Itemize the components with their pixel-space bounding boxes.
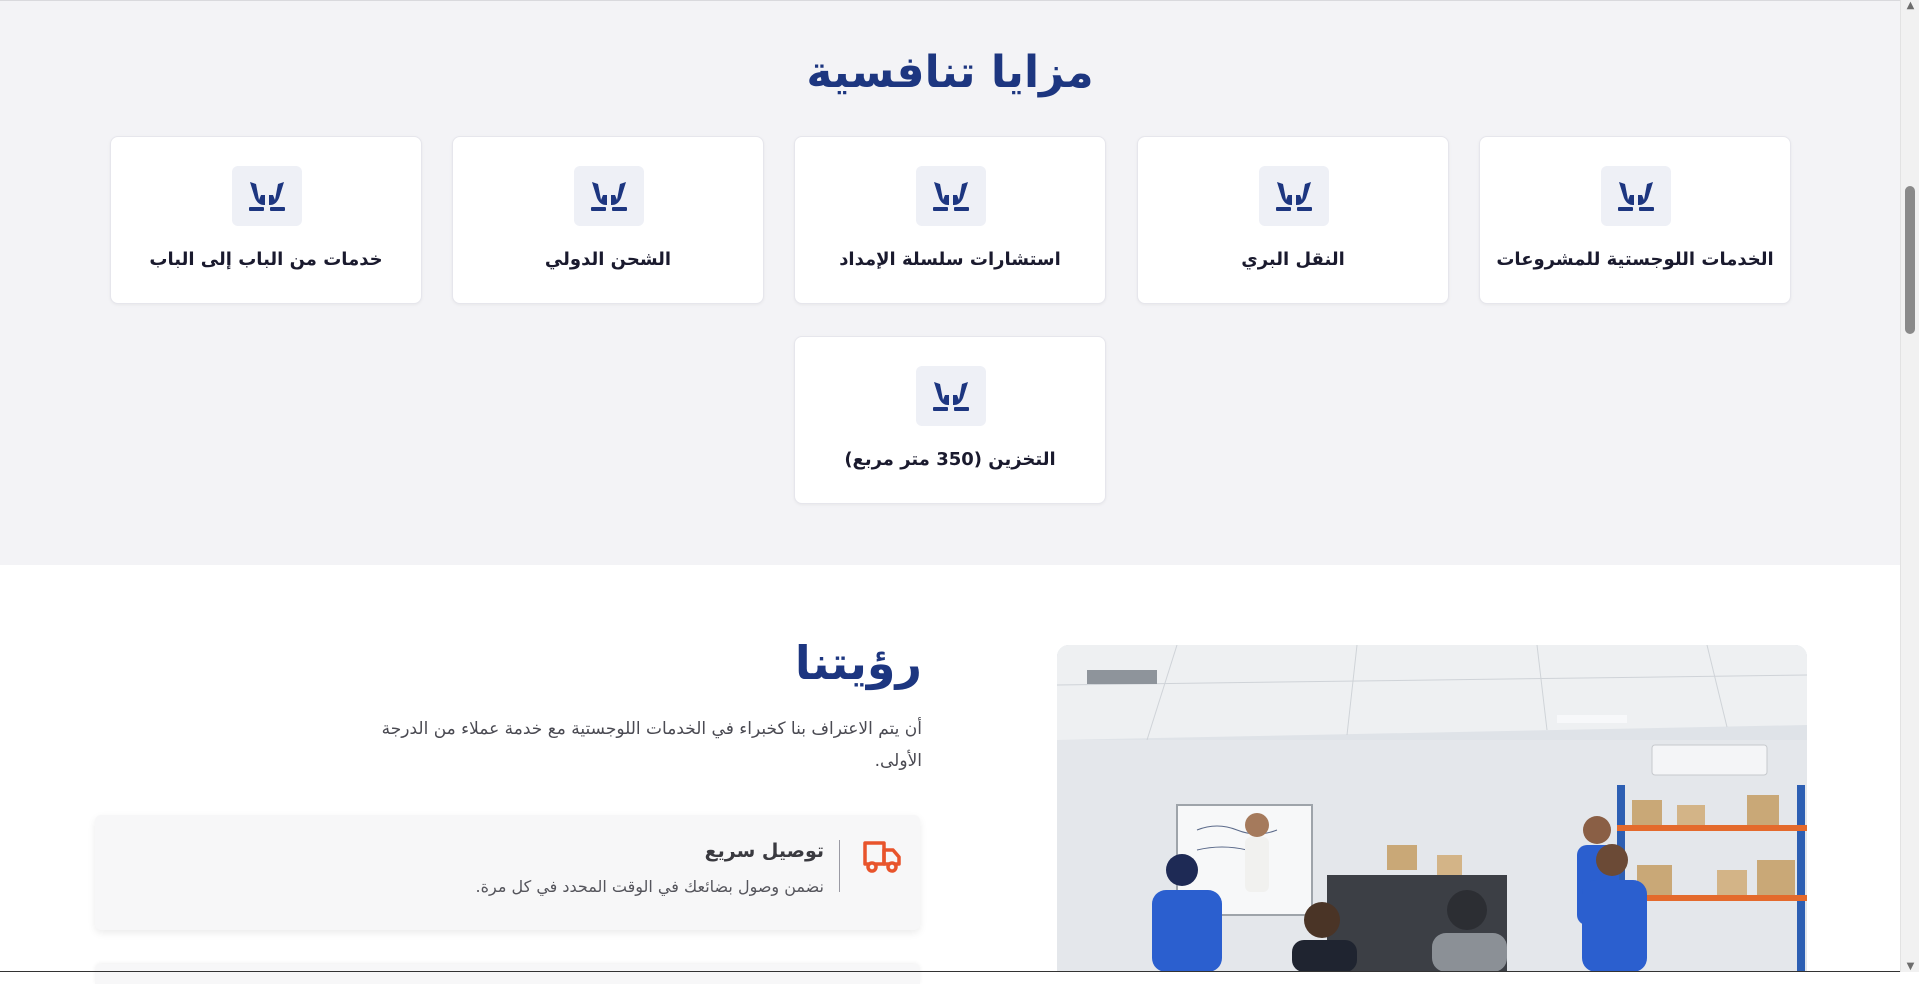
feature-description: نضمن وصول بضائعك في الوقت المحدد في كل م… xyxy=(475,877,824,896)
scroll-up-arrow-icon[interactable]: ▲ xyxy=(1901,0,1919,11)
feature-card-international-shipping[interactable]: الشحن الدولي xyxy=(452,136,764,304)
card-label: خدمات من الباب إلى الباب xyxy=(149,249,383,270)
hands-icon xyxy=(232,166,302,226)
feature-card-project-logistics[interactable]: الخدمات اللوجستية للمشروعات xyxy=(1479,136,1791,304)
vision-description: أن يتم الاعتراف بنا كخبراء في الخدمات ال… xyxy=(381,719,922,771)
scrollbar-thumb[interactable] xyxy=(1905,186,1915,334)
competitive-advantages-section: مزايا تنافسية الخدمات اللوجستية للمشروعا… xyxy=(0,1,1900,565)
hands-icon xyxy=(916,166,986,226)
card-label: الشحن الدولي xyxy=(544,249,672,270)
card-label: الخدمات اللوجستية للمشروعات xyxy=(1496,249,1774,270)
vision-title: رؤيتنا xyxy=(794,636,922,690)
hands-icon xyxy=(1259,166,1329,226)
scroll-down-arrow-icon[interactable]: ▼ xyxy=(1901,961,1919,972)
feature-box-partial xyxy=(95,964,920,984)
hands-icon xyxy=(916,366,986,426)
feature-card-supply-chain-consulting[interactable]: استشارات سلسلة الإمداد xyxy=(794,136,1106,304)
card-label: النقل البري xyxy=(1241,249,1345,270)
section-title: مزايا تنافسية xyxy=(806,47,1094,98)
truck-icon xyxy=(862,837,902,879)
feature-card-door-to-door[interactable]: خدمات من الباب إلى الباب xyxy=(110,136,422,304)
team-meeting-photo xyxy=(1057,645,1807,972)
hands-icon xyxy=(1601,166,1671,226)
feature-fast-delivery: توصيل سريع نضمن وصول بضائعك في الوقت الم… xyxy=(95,815,920,930)
card-label: التخزين (350 متر مربع) xyxy=(844,449,1056,470)
card-label: استشارات سلسلة الإمداد xyxy=(839,249,1061,270)
feature-card-land-transport[interactable]: النقل البري xyxy=(1137,136,1449,304)
feature-title: توصيل سريع xyxy=(704,840,824,862)
vertical-scrollbar[interactable]: ▲ ▼ xyxy=(1900,0,1919,972)
feature-card-storage[interactable]: التخزين (350 متر مربع) xyxy=(794,336,1106,504)
hands-icon xyxy=(574,166,644,226)
divider xyxy=(839,840,840,892)
